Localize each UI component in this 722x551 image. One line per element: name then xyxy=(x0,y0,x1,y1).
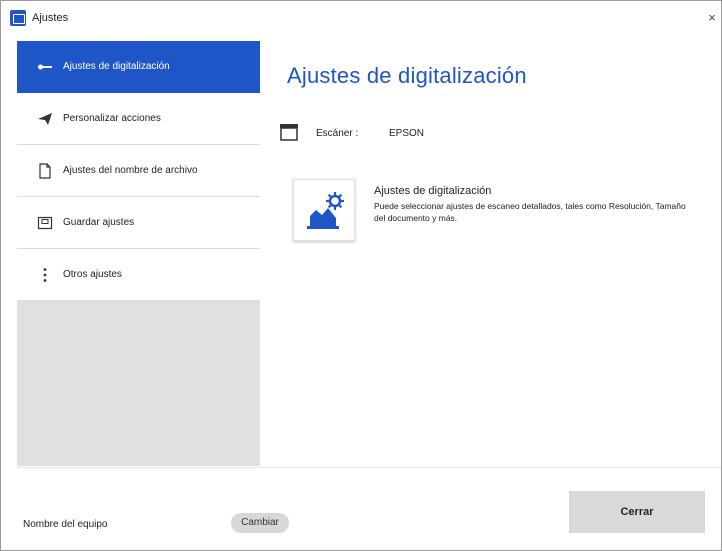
main-panel: Ajustes de digitalización Escáner : EPSO… xyxy=(261,41,721,466)
page-title: Ajustes de digitalización xyxy=(287,63,527,88)
sidebar-item-label: Ajustes del nombre de archivo xyxy=(63,165,198,176)
app-icon xyxy=(10,10,26,26)
sidebar-item-label: Otros ajustes xyxy=(63,269,122,280)
save-settings-icon xyxy=(37,216,53,230)
close-button[interactable]: Cerrar xyxy=(569,491,705,533)
option-description: Puede seleccionar ajustes de escaneo det… xyxy=(374,201,686,223)
sidebar-item-file-name-settings[interactable]: Ajustes del nombre de archivo xyxy=(17,145,260,197)
pc-name-label: Nombre del equipo xyxy=(23,519,108,530)
sidebar-item-save-settings[interactable]: Guardar ajustes xyxy=(17,197,260,249)
sidebar-item-label: Guardar ajustes xyxy=(63,217,135,228)
send-icon xyxy=(38,113,52,125)
sidebar-item-customize-actions[interactable]: Personalizar acciones xyxy=(17,93,260,145)
scan-settings-icon xyxy=(38,64,52,70)
sidebar-item-scan-settings[interactable]: Ajustes de digitalización xyxy=(17,41,260,93)
settings-window: Ajustes × Ajustes de digitalización Pers… xyxy=(0,0,722,551)
scanner-icon xyxy=(280,124,298,141)
sidebar-item-label: Personalizar acciones xyxy=(63,113,161,124)
scan-settings-image-icon xyxy=(293,179,355,241)
more-vertical-icon xyxy=(43,268,47,282)
sidebar-item-other-settings[interactable]: Otros ajustes xyxy=(17,249,260,301)
footer: Nombre del equipo Cambiar Cerrar xyxy=(1,468,721,550)
scanner-value: EPSON xyxy=(389,128,425,139)
title-bar: Ajustes × xyxy=(1,1,721,39)
scan-settings-option[interactable]: Ajustes de digitalización Puede seleccio… xyxy=(293,179,686,249)
document-icon xyxy=(39,163,51,179)
sidebar: Ajustes de digitalización Personalizar a… xyxy=(17,41,260,466)
close-window-icon[interactable]: × xyxy=(705,10,719,26)
scanner-label: Escáner : xyxy=(316,128,359,139)
change-button[interactable]: Cambiar xyxy=(231,513,289,533)
window-title: Ajustes xyxy=(32,12,69,24)
option-title: Ajustes de digitalización xyxy=(374,185,492,197)
sidebar-item-label: Ajustes de digitalización xyxy=(63,61,170,72)
